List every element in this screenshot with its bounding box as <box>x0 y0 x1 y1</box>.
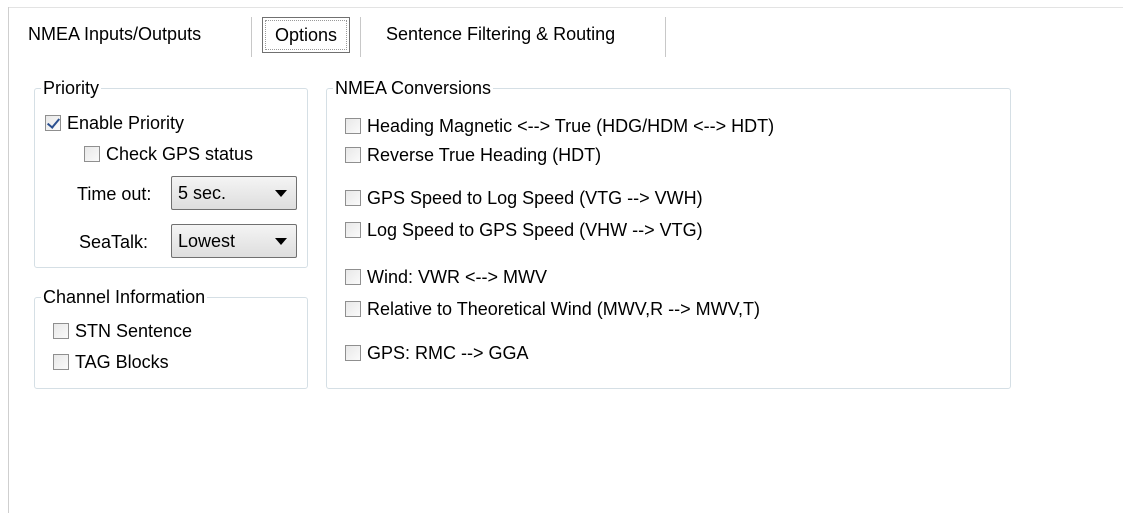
chevron-down-icon <box>275 238 287 245</box>
conversion-label: Log Speed to GPS Speed (VHW --> VTG) <box>367 219 703 240</box>
priority-group-legend: Priority <box>41 77 102 99</box>
checkbox-box[interactable] <box>345 118 361 134</box>
checkbox-box[interactable] <box>84 146 100 162</box>
tab-separator <box>251 17 252 57</box>
seatalk-dropdown[interactable]: Lowest <box>171 224 297 258</box>
stn-sentence-label: STN Sentence <box>75 320 193 341</box>
tab-separator <box>665 17 666 57</box>
stn-sentence-checkbox[interactable]: STN Sentence <box>53 319 192 343</box>
checkbox-box[interactable] <box>345 301 361 317</box>
timeout-label: Time out: <box>77 184 152 204</box>
checkbox-box[interactable] <box>345 345 361 361</box>
seatalk-value: Lowest <box>178 231 236 251</box>
check-gps-status-checkbox[interactable]: Check GPS status <box>84 142 253 166</box>
conversion-heading-magnetic-true-checkbox[interactable]: Heading Magnetic <--> True (HDG/HDM <-->… <box>345 114 774 138</box>
conversion-gps-to-log-speed-checkbox[interactable]: GPS Speed to Log Speed (VTG --> VWH) <box>345 186 703 210</box>
conversion-label: Relative to Theoretical Wind (MWV,R --> … <box>367 298 760 319</box>
conversion-wind-vwr-mwv-checkbox[interactable]: Wind: VWR <--> MWV <box>345 265 547 289</box>
conversion-label: GPS: RMC --> GGA <box>367 342 529 363</box>
conversion-relative-theoretical-wind-checkbox[interactable]: Relative to Theoretical Wind (MWV,R --> … <box>345 297 760 321</box>
enable-priority-checkbox[interactable]: Enable Priority <box>45 111 184 135</box>
checkbox-box[interactable] <box>345 190 361 206</box>
seatalk-label: SeaTalk: <box>79 232 149 252</box>
tag-blocks-label: TAG Blocks <box>75 351 169 372</box>
tab-separator <box>360 17 361 57</box>
conversion-reverse-true-heading-checkbox[interactable]: Reverse True Heading (HDT) <box>345 143 601 167</box>
tab-nmea-inputs-outputs[interactable]: NMEA Inputs/Outputs <box>28 15 201 55</box>
panel-top-border <box>8 7 1123 8</box>
timeout-value: 5 sec. <box>178 183 227 203</box>
tab-options[interactable]: Options <box>262 17 350 53</box>
conversion-label: Heading Magnetic <--> True (HDG/HDM <-->… <box>367 115 775 136</box>
channel-information-legend: Channel Information <box>41 286 208 308</box>
enable-priority-label: Enable Priority <box>67 112 185 133</box>
tab-options-label: Options <box>274 25 338 45</box>
timeout-dropdown[interactable]: 5 sec. <box>171 176 297 210</box>
conversion-gps-rmc-gga-checkbox[interactable]: GPS: RMC --> GGA <box>345 341 529 365</box>
conversion-label: GPS Speed to Log Speed (VTG --> VWH) <box>367 187 703 208</box>
panel-left-border <box>8 7 9 513</box>
checkbox-box[interactable] <box>53 354 69 370</box>
checkbox-box[interactable] <box>345 269 361 285</box>
check-gps-status-label: Check GPS status <box>106 143 254 164</box>
conversion-label: Reverse True Heading (HDT) <box>367 144 602 165</box>
channel-information-group: Channel Information <box>34 286 308 389</box>
checkbox-box[interactable] <box>345 147 361 163</box>
options-panel: NMEA Inputs/Outputs Options Sentence Fil… <box>0 0 1123 513</box>
chevron-down-icon <box>275 190 287 197</box>
checkbox-box[interactable] <box>53 323 69 339</box>
tag-blocks-checkbox[interactable]: TAG Blocks <box>53 350 169 374</box>
nmea-conversions-legend: NMEA Conversions <box>333 77 494 99</box>
checkmark-icon[interactable] <box>45 115 61 131</box>
tab-sentence-filtering-routing[interactable]: Sentence Filtering & Routing <box>386 15 615 55</box>
conversion-log-to-gps-speed-checkbox[interactable]: Log Speed to GPS Speed (VHW --> VTG) <box>345 218 703 242</box>
conversion-label: Wind: VWR <--> MWV <box>367 266 548 287</box>
checkbox-box[interactable] <box>345 222 361 238</box>
